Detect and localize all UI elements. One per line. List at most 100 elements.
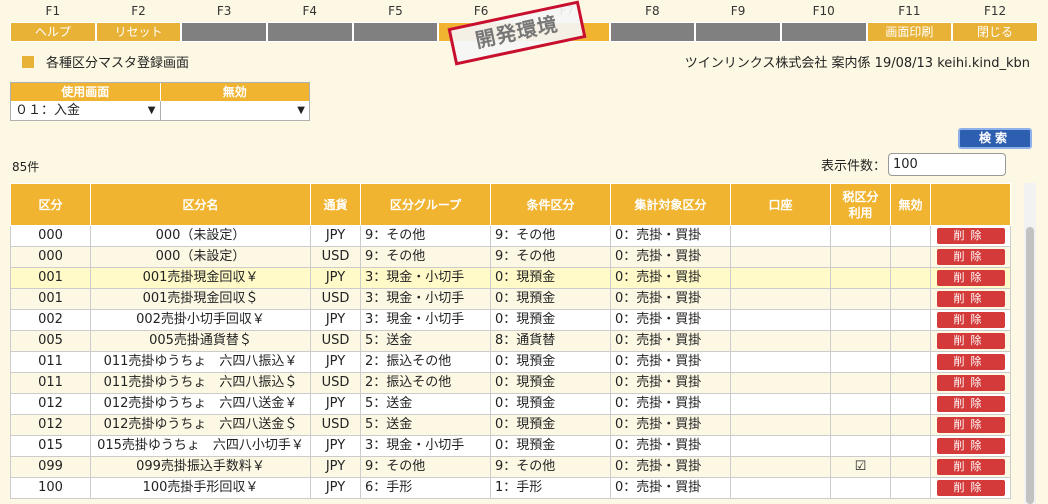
delete-button[interactable]: 削除 — [936, 249, 1005, 265]
table-cell: 011 — [10, 372, 91, 394]
title-marker-icon — [22, 55, 34, 68]
fkey-button[interactable] — [352, 22, 439, 42]
column-header: 口座 — [730, 183, 831, 226]
table-row[interactable]: 012 012売掛ゆうちょ 六四八送金￥ JPY 5：送金 0：現預金 0：売掛・買掛 削除 — [10, 393, 1011, 415]
delete-button[interactable]: 削除 — [936, 312, 1005, 328]
fkey-button[interactable] — [181, 22, 267, 42]
table-cell — [830, 267, 891, 289]
fkey-number: F11 — [898, 4, 921, 18]
table-cell — [830, 330, 891, 352]
fkey-button[interactable]: ヘルプ — [10, 22, 96, 42]
table-cell: 3：現金・小切手 — [360, 288, 491, 310]
table-row[interactable]: 012 012売掛ゆうちょ 六四八送金＄ USD 5：送金 0：現預金 0：売掛・買掛 削除 — [10, 414, 1011, 436]
table-cell: USD — [310, 414, 361, 436]
table-cell: 001 — [10, 288, 91, 310]
delete-button[interactable]: 削除 — [936, 438, 1005, 454]
fkey-f5: F5 — [352, 0, 439, 42]
delete-button[interactable]: 削除 — [936, 291, 1005, 307]
table-cell: 002売掛小切手回収￥ — [90, 309, 311, 331]
delete-button[interactable]: 削除 — [936, 417, 1005, 433]
table-cell — [730, 288, 831, 310]
table-row[interactable]: 002 002売掛小切手回収￥ JPY 3：現金・小切手 0：現預金 0：売掛・買掛 削除 — [10, 309, 1011, 331]
fkey-f1: F1 ヘルプ — [10, 0, 96, 42]
disabled-select[interactable]: ▼ — [159, 101, 310, 120]
fkey-button[interactable] — [695, 22, 781, 42]
screen-select[interactable]: ０１：入金 ▼ — [11, 101, 160, 120]
table-cell: 3：現金・小切手 — [360, 309, 491, 331]
table-cell: 012 — [10, 414, 91, 436]
table-cell: 8：通貨替 — [490, 330, 611, 352]
table-row[interactable]: 011 011売掛ゆうちょ 六四八振込＄ USD 2：振込その他 0：現預金 0：売掛・買… — [10, 372, 1011, 394]
dropdown-arrow-icon: ▼ — [297, 105, 305, 116]
table-cell: 0：現預金 — [490, 414, 611, 436]
fkey-number: F5 — [388, 4, 403, 18]
table-cell — [730, 330, 831, 352]
per-page-label: 表示件数： — [821, 159, 887, 174]
table-cell: 0：売掛・買掛 — [610, 309, 731, 331]
table-cell — [730, 309, 831, 331]
delete-button[interactable]: 削除 — [936, 270, 1005, 286]
category-table: 区分 区分名 通貨 区分グループ 条件区分 集計対象区分 口座 税区分 利用 無効 000 000… — [10, 183, 1011, 499]
table-cell — [890, 477, 931, 499]
delete-button[interactable]: 削除 — [936, 459, 1005, 475]
table-cell — [830, 288, 891, 310]
fkey-button[interactable]: リセット — [95, 22, 182, 42]
table-row[interactable]: 011 011売掛ゆうちょ 六四八振込￥ JPY 2：振込その他 0：現預金 0：売掛・買… — [10, 351, 1011, 373]
fkey-number: F1 — [45, 4, 61, 18]
delete-button[interactable]: 削除 — [936, 396, 1005, 412]
fkey-f11: F11 画面印刷 — [866, 0, 953, 42]
column-header: 区分グループ — [360, 183, 491, 226]
action-cell: 削除 — [930, 477, 1011, 499]
scrollbar-thumb[interactable] — [1026, 227, 1034, 504]
table-row[interactable]: 099 099売掛振込手数料￥ JPY 9：その他 9：その他 0：売掛・買掛 ☑ 削除 — [10, 456, 1011, 478]
table-cell: 005売掛通貨替＄ — [90, 330, 311, 352]
table-cell: JPY — [310, 225, 361, 247]
fkey-button[interactable] — [266, 22, 353, 42]
table-cell — [830, 477, 891, 499]
action-cell: 削除 — [930, 267, 1011, 289]
fkey-number: F2 — [131, 4, 146, 18]
delete-button[interactable]: 削除 — [936, 228, 1005, 244]
fkey-f12: F12 閉じる — [952, 0, 1038, 42]
table-cell — [730, 477, 831, 499]
table-cell: 015売掛ゆうちょ 六四八小切手￥ — [90, 435, 311, 457]
table-cell: 0：現預金 — [490, 435, 611, 457]
table-row[interactable]: 100 100売掛手形回収￥ JPY 6：手形 1：手形 0：売掛・買掛 削除 — [10, 477, 1011, 499]
fkey-button[interactable] — [780, 22, 867, 42]
table-cell: 5：送金 — [360, 330, 491, 352]
fkey-button[interactable] — [609, 22, 696, 42]
table-cell: 3：現金・小切手 — [360, 267, 491, 289]
table-row[interactable]: 015 015売掛ゆうちょ 六四八小切手￥ JPY 3：現金・小切手 0：現預金 0：売掛… — [10, 435, 1011, 457]
table-cell — [890, 456, 931, 478]
table-cell — [890, 393, 931, 415]
search-button[interactable]: 検索 — [958, 128, 1032, 149]
action-cell: 削除 — [930, 225, 1011, 247]
table-row[interactable]: 001 001売掛現金回収＄ USD 3：現金・小切手 0：現預金 0：売掛・買掛 削除 — [10, 288, 1011, 310]
delete-button[interactable]: 削除 — [936, 354, 1005, 370]
table-scrollbar[interactable] — [1024, 183, 1036, 504]
delete-button[interactable]: 削除 — [936, 375, 1005, 391]
fkey-number: F9 — [730, 4, 746, 18]
table-cell: 0：売掛・買掛 — [610, 267, 731, 289]
page-title: 各種区分マスタ登録画面 — [22, 52, 189, 71]
table-row[interactable]: 005 005売掛通貨替＄ USD 5：送金 8：通貨替 0：売掛・買掛 削除 — [10, 330, 1011, 352]
delete-button[interactable]: 削除 — [936, 333, 1005, 349]
fkey-number: F10 — [812, 4, 835, 18]
table-row[interactable]: 000 000（未設定） JPY 9：その他 9：その他 0：売掛・買掛 削除 — [10, 225, 1011, 247]
table-cell: 5：送金 — [360, 414, 491, 436]
table-row[interactable]: 001 001売掛現金回収￥ JPY 3：現金・小切手 0：現預金 0：売掛・買掛 削除 — [10, 267, 1011, 289]
table-cell — [830, 351, 891, 373]
fkey-button[interactable]: 閉じる — [952, 22, 1038, 42]
fkey-button[interactable]: 画面印刷 — [866, 22, 953, 42]
table-cell — [730, 393, 831, 415]
table-cell: 0：売掛・買掛 — [610, 435, 731, 457]
delete-button[interactable]: 削除 — [936, 480, 1005, 496]
table-cell: 0：売掛・買掛 — [610, 372, 731, 394]
table-cell: JPY — [310, 393, 361, 415]
table-cell — [890, 330, 931, 352]
per-page-input[interactable]: 100 — [888, 153, 1007, 176]
table-row[interactable]: 000 000（未設定） USD 9：その他 9：その他 0：売掛・買掛 削除 — [10, 246, 1011, 268]
table-cell: 001 — [10, 267, 91, 289]
table-cell — [890, 414, 931, 436]
table-cell — [730, 351, 831, 373]
